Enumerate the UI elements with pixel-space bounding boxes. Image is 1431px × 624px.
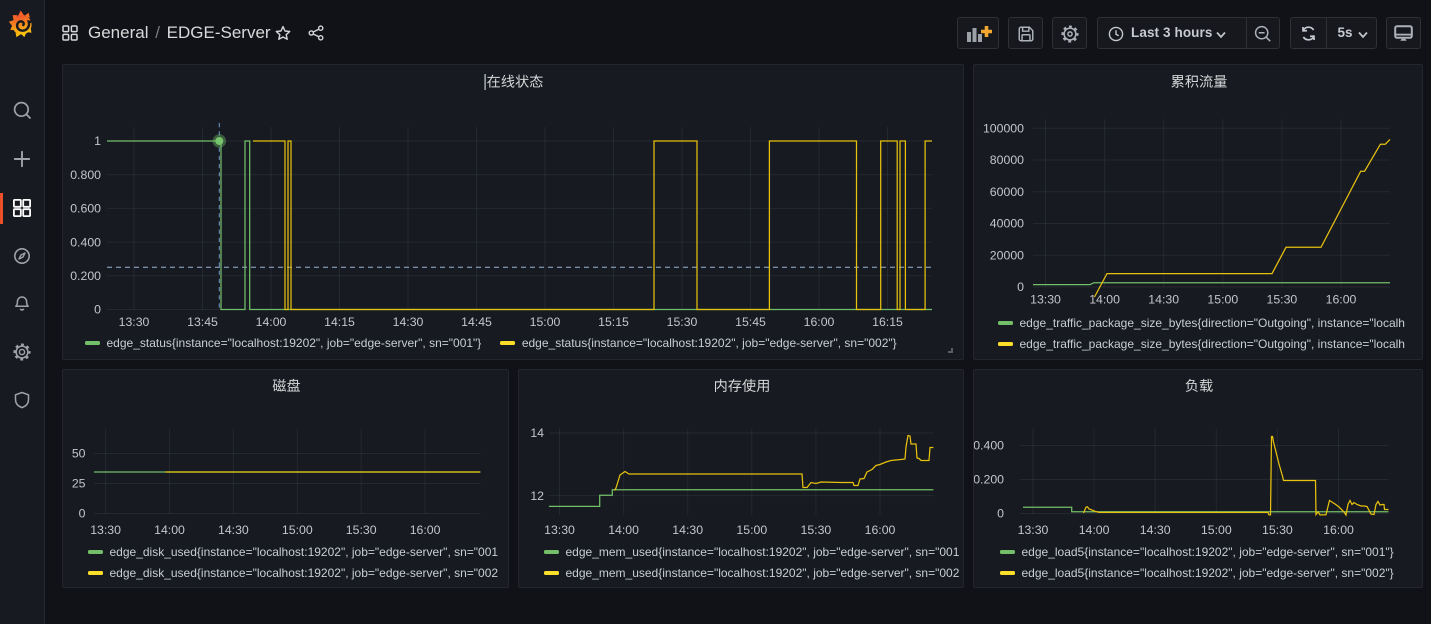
svg-text:14:15: 14:15 (324, 315, 355, 329)
svg-text:15:30: 15:30 (667, 315, 698, 329)
svg-text:15:30: 15:30 (801, 523, 832, 537)
svg-text:80000: 80000 (990, 153, 1024, 167)
svg-text:16:00: 16:00 (410, 523, 441, 537)
svg-text:15:00: 15:00 (282, 523, 313, 537)
svg-text:15:30: 15:30 (1267, 293, 1298, 307)
svg-text:16:00: 16:00 (804, 315, 835, 329)
svg-text:13:30: 13:30 (90, 523, 121, 537)
svg-text:13:45: 13:45 (187, 315, 218, 329)
svg-text:0.400: 0.400 (974, 439, 1004, 453)
svg-text:15:00: 15:00 (736, 523, 767, 537)
svg-text:16:00: 16:00 (865, 523, 896, 537)
svg-text:60000: 60000 (990, 185, 1024, 199)
svg-text:0: 0 (1017, 280, 1024, 294)
svg-text:14:30: 14:30 (1140, 523, 1171, 537)
svg-text:13:30: 13:30 (1018, 523, 1049, 537)
svg-text:15:00: 15:00 (530, 315, 561, 329)
svg-text:14:00: 14:00 (608, 523, 639, 537)
svg-text:0: 0 (997, 507, 1004, 521)
svg-text:15:15: 15:15 (598, 315, 629, 329)
svg-text:14:00: 14:00 (154, 523, 185, 537)
svg-text:15:45: 15:45 (735, 315, 766, 329)
svg-text:13:30: 13:30 (1030, 293, 1061, 307)
svg-text:16:00: 16:00 (1326, 293, 1357, 307)
svg-text:25: 25 (72, 477, 86, 491)
svg-text:100000: 100000 (983, 122, 1024, 136)
svg-text:15:00: 15:00 (1201, 523, 1232, 537)
svg-text:14:00: 14:00 (1079, 523, 1110, 537)
svg-text:12: 12 (530, 489, 544, 503)
svg-text:16:15: 16:15 (872, 315, 903, 329)
svg-text:40000: 40000 (990, 217, 1024, 231)
svg-text:15:00: 15:00 (1207, 293, 1238, 307)
svg-text:0.800: 0.800 (70, 168, 101, 182)
svg-text:13:30: 13:30 (544, 523, 575, 537)
svg-text:15:30: 15:30 (1262, 523, 1293, 537)
svg-text:50: 50 (72, 447, 86, 461)
svg-text:20000: 20000 (990, 248, 1024, 262)
svg-text:0: 0 (79, 507, 86, 521)
svg-text:0.400: 0.400 (70, 235, 101, 249)
svg-text:0.600: 0.600 (70, 202, 101, 216)
svg-text:14: 14 (530, 426, 544, 440)
svg-text:14:30: 14:30 (218, 523, 249, 537)
svg-text:0.200: 0.200 (70, 269, 101, 283)
svg-text:14:30: 14:30 (1148, 293, 1179, 307)
svg-text:14:00: 14:00 (256, 315, 287, 329)
svg-text:0.200: 0.200 (974, 473, 1004, 487)
svg-text:14:00: 14:00 (1089, 293, 1120, 307)
svg-text:14:45: 14:45 (461, 315, 492, 329)
svg-text:15:30: 15:30 (346, 523, 377, 537)
svg-text:1: 1 (94, 134, 101, 148)
svg-text:14:30: 14:30 (672, 523, 703, 537)
svg-text:14:30: 14:30 (393, 315, 424, 329)
svg-text:16:00: 16:00 (1323, 523, 1354, 537)
svg-text:13:30: 13:30 (119, 315, 150, 329)
svg-text:0: 0 (94, 303, 101, 317)
